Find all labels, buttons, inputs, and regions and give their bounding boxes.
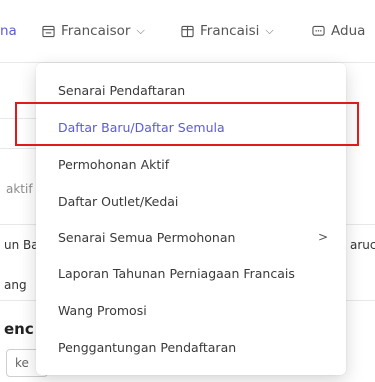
nav-item-truncated[interactable]: na [0,20,17,42]
menu-item-label: Wang Promosi [58,302,147,318]
menu-item-label: Laporan Tahunan Perniagaan Francais [58,265,295,281]
nav-item-label: Adua [331,23,366,39]
nav-item-aduan[interactable]: Adua [312,20,365,42]
chevron-down-icon: ⌵ [265,24,274,37]
menu-item-permohonan-aktif[interactable]: Permohonan Aktif [36,147,346,181]
list-box-icon [42,25,55,37]
search-input-value: ke [15,356,29,370]
chevron-right-icon: > [317,230,328,244]
background-text: ang [4,278,27,292]
menu-item-daftar-outlet[interactable]: Daftar Outlet/Kedai [36,184,346,218]
menu-item-label: Senarai Pendaftaran [58,82,186,98]
nav-item-label: Francaisi [200,23,260,39]
menu-item-label: Permohonan Aktif [58,156,170,172]
menu-item-senarai-semua-permohonan[interactable]: Senarai Semua Permohonan > [36,220,346,254]
message-icon [312,25,325,36]
top-navbar: na Francaisor ⌵ Francaisi ⌵ Adua [0,0,375,63]
menu-item-laporan-tahunan[interactable]: Laporan Tahunan Perniagaan Francais [36,256,346,290]
divider [0,148,36,149]
background-heading: enc [4,320,34,338]
highlight-annotation-box [15,102,359,146]
background-text: aruc [350,238,375,252]
menu-item-wang-promosi[interactable]: Wang Promosi [36,293,346,327]
columns-icon [181,25,194,37]
menu-item-label: Daftar Outlet/Kedai [58,193,179,209]
background-text: un Ba [4,238,39,252]
menu-item-label: Penggantungan Pendaftaran [58,339,237,355]
nav-item-label: Francaisor [61,23,131,39]
chevron-down-icon: ⌵ [136,24,145,37]
nav-item-francaisor[interactable]: Francaisor ⌵ [42,20,145,42]
menu-item-penggantungan-pendaftaran[interactable]: Penggantungan Pendaftaran [36,330,346,364]
menu-item-label: Senarai Semua Permohonan [58,229,236,245]
background-text: aktif [6,182,33,196]
nav-item-label: na [0,23,17,39]
nav-item-francaisi[interactable]: Francaisi ⌵ [181,20,274,42]
